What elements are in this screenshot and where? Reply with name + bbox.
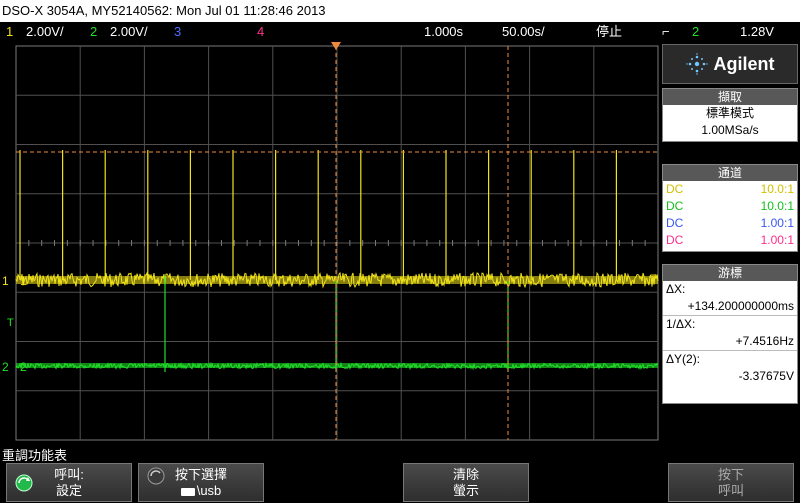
softkey-select-usb[interactable]: 按下選擇 \usb bbox=[138, 463, 264, 502]
acquire-rate: 1.00MSa/s bbox=[701, 123, 759, 137]
inv-dx-label: 1/ΔX: bbox=[663, 315, 797, 333]
channels-header: 通道 bbox=[663, 165, 797, 181]
rotate-knob-icon bbox=[15, 474, 33, 492]
ch4-coupling: DC bbox=[666, 233, 684, 247]
channel-row-4[interactable]: DC 1.00:1 bbox=[663, 232, 797, 249]
ch4-probe: 1.00:1 bbox=[760, 233, 794, 247]
brand-logo: Agilent bbox=[662, 44, 798, 84]
rotate-knob-icon bbox=[147, 467, 165, 485]
spark-icon bbox=[685, 53, 708, 75]
softkey-press-recall[interactable]: 按下 呼叫 bbox=[668, 463, 794, 502]
channel-row-3[interactable]: DC 1.00:1 bbox=[663, 215, 797, 232]
ch1-coupling: DC bbox=[666, 182, 684, 196]
dx-label: ΔX: bbox=[666, 282, 686, 296]
ch1-probe: 10.0:1 bbox=[760, 182, 794, 196]
ch1-number[interactable]: 1 bbox=[6, 22, 13, 42]
softkey-4-line1: 按下 bbox=[717, 467, 744, 482]
run-state[interactable]: 停止 bbox=[596, 22, 622, 42]
window-title: DSO-X 3054A, MY52140562: Mon Jul 01 11:2… bbox=[0, 0, 800, 22]
ch2-coupling: DC bbox=[666, 199, 684, 213]
cursors-panel[interactable]: 游標 ΔX: +134.200000000ms 1/ΔX: +7.4516Hz … bbox=[662, 264, 798, 404]
ch2-ground-marker: 2 bbox=[2, 360, 9, 374]
acquire-mode: 標準模式 bbox=[705, 106, 754, 120]
right-panel: Agilent 擷取 標準模式 1.00MSa/s 通道 DC 10.0:1 D… bbox=[660, 42, 800, 443]
ch2-scale[interactable]: 2.00V/ bbox=[110, 22, 148, 42]
brand-name: Agilent bbox=[713, 53, 775, 74]
trigger-level-marker: T bbox=[7, 317, 14, 329]
usb-drive-icon bbox=[180, 487, 195, 496]
softkey-recall-setup[interactable]: 呼叫: 設定 bbox=[6, 463, 132, 502]
acquire-panel[interactable]: 擷取 標準模式 1.00MSa/s bbox=[662, 88, 798, 142]
ch1-trace-band bbox=[16, 276, 658, 284]
ch3-coupling: DC bbox=[666, 216, 684, 230]
delay-value[interactable]: 50.00s/ bbox=[502, 22, 545, 42]
ch3-number[interactable]: 3 bbox=[174, 22, 181, 42]
softkey-3-line1: 清除 bbox=[452, 467, 479, 482]
scope-graticule: 1 2 T 1 2 bbox=[2, 42, 659, 441]
softkey-2-line2-row: \usb bbox=[139, 483, 263, 499]
ch4-number[interactable]: 4 bbox=[257, 22, 264, 42]
trigger-icon: ⌐ bbox=[662, 24, 670, 39]
acquire-header: 擷取 bbox=[663, 89, 797, 105]
ch2-label: 2 bbox=[20, 360, 27, 374]
channel-row-1[interactable]: DC 10.0:1 bbox=[663, 181, 797, 198]
trigger-source[interactable]: 2 bbox=[692, 22, 699, 42]
softkey-clear-display[interactable]: 清除 螢示 bbox=[403, 463, 529, 502]
trigger-level[interactable]: 1.28V bbox=[740, 22, 774, 42]
ch2-probe: 10.0:1 bbox=[760, 199, 794, 213]
ch1-scale[interactable]: 2.00V/ bbox=[26, 22, 64, 42]
channels-panel[interactable]: 通道 DC 10.0:1 DC 10.0:1 DC 1.00:1 DC 1.00… bbox=[662, 164, 798, 252]
softkey-2-line2: \usb bbox=[196, 483, 222, 498]
waveform-display[interactable]: 1 2 T 1 2 bbox=[0, 42, 660, 443]
softkey-4-line2: 呼叫 bbox=[717, 483, 744, 498]
dx-value: +134.200000000ms bbox=[687, 299, 794, 313]
inv-dx-value-row: +7.4516Hz bbox=[663, 333, 797, 350]
dy-value: -3.37675V bbox=[738, 369, 794, 383]
ch3-probe: 1.00:1 bbox=[760, 216, 794, 230]
ch1-label: 1 bbox=[20, 274, 27, 288]
ch1-ground-marker: 1 bbox=[2, 274, 9, 288]
inv-dx-value: +7.4516Hz bbox=[735, 334, 794, 348]
ch2-trace-band bbox=[16, 363, 658, 368]
dy-label: ΔY(2): bbox=[663, 350, 797, 368]
ch2-number[interactable]: 2 bbox=[90, 22, 97, 42]
status-bar: 1 2.00V/ 2 2.00V/ 3 4 1.000s 50.00s/ 停止 … bbox=[0, 22, 800, 42]
channel-row-2[interactable]: DC 10.0:1 bbox=[663, 198, 797, 215]
timebase-value[interactable]: 1.000s bbox=[424, 22, 463, 42]
dx-value-row: +134.200000000ms bbox=[663, 298, 797, 315]
menu-title: 重調功能表 bbox=[2, 448, 68, 463]
softkey-3-line2: 螢示 bbox=[452, 483, 479, 498]
dy-value-row: -3.37675V bbox=[663, 368, 797, 385]
cursors-header: 游標 bbox=[663, 265, 797, 281]
